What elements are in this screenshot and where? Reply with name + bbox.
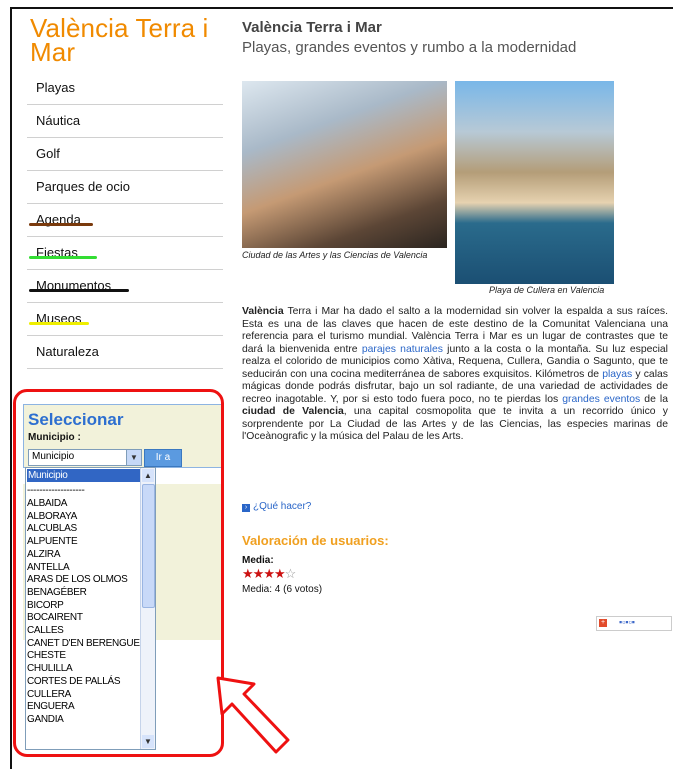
photo-playa-cullera[interactable] — [455, 81, 614, 284]
highlight-underline — [29, 223, 93, 226]
article-body: València Terra i Mar ha dado el salto a … — [242, 306, 668, 444]
highlight-underline — [29, 322, 89, 325]
star-icon[interactable]: ★ — [253, 566, 265, 581]
photo-caption: Playa de Cullera en Valencia — [489, 285, 605, 295]
sidebar-nav: Playas Náutica Golf Parques de ocio Agenda Fi… — [27, 72, 223, 369]
photo-caption: Ciudad de las Artes y las Ciencias de Va… — [242, 250, 428, 260]
article-text: València — [242, 306, 284, 317]
sidebar: València Terra i Mar Playas Náutica Golf Pa… — [27, 13, 223, 369]
sidebar-item-agenda[interactable]: Agenda — [27, 204, 223, 237]
sidebar-item-label: Naturaleza — [36, 343, 99, 359]
highlight-underline — [29, 256, 97, 259]
rating-title: Valoración de usuarios: — [242, 533, 389, 548]
share-icons[interactable]: ▪▫▪▫▪ — [619, 617, 635, 627]
site-title: València Terra i Mar — [30, 13, 209, 67]
grandes-eventos-link[interactable]: grandes eventos — [562, 394, 640, 405]
star-icon[interactable]: ★ — [242, 566, 254, 581]
sidebar-item-monumentos[interactable]: Monumentos — [27, 270, 223, 303]
sidebar-item-playas[interactable]: Playas — [27, 72, 223, 105]
share-bar[interactable]: + ▪▫▪▫▪ — [596, 616, 672, 631]
sidebar-item-label: Parques de ocio — [36, 178, 130, 194]
pointer-arrow-icon — [216, 676, 290, 754]
highlight-underline — [29, 289, 129, 292]
sidebar-item-label: Playas — [36, 79, 76, 95]
photo-ciudad-artes[interactable] — [242, 81, 447, 248]
sidebar-item-label: Náutica — [36, 112, 81, 128]
rating-summary: Media: 4 (6 votos) — [242, 584, 323, 595]
sidebar-item-museos[interactable]: Museos — [27, 303, 223, 336]
que-hacer-link[interactable]: › ¿Qué hacer? — [242, 501, 311, 512]
star-icon[interactable]: ★ — [263, 566, 275, 581]
parajes-link[interactable]: parajes naturales — [362, 344, 443, 355]
playas-link[interactable]: playas — [602, 369, 632, 380]
sidebar-item-label: Golf — [36, 145, 60, 161]
page-title: València Terra i Mar — [242, 19, 382, 36]
page-subtitle: Playas, grandes eventos y rumbo a la mod… — [242, 39, 577, 56]
highlight-box — [13, 389, 224, 757]
sidebar-item-naturaleza[interactable]: Naturaleza — [27, 336, 223, 369]
rating-stars[interactable]: ★★★★☆ — [242, 566, 297, 582]
que-hacer-label: ¿Qué hacer? — [253, 501, 312, 512]
sidebar-item-náutica[interactable]: Náutica — [27, 105, 223, 138]
plus-icon[interactable]: + — [599, 619, 607, 627]
sidebar-item-fiestas[interactable]: Fiestas — [27, 237, 223, 270]
star-icon[interactable]: ★ — [274, 566, 286, 581]
rating-label: Media: — [242, 555, 274, 566]
sidebar-item-golf[interactable]: Golf — [27, 138, 223, 171]
arrow-right-icon: › — [242, 504, 250, 512]
article-text: ciudad de Valencia — [242, 406, 344, 417]
article-text: de la — [640, 393, 669, 405]
star-icon[interactable]: ☆ — [285, 566, 297, 581]
sidebar-item-parques-de-ocio[interactable]: Parques de ocio — [27, 171, 223, 204]
